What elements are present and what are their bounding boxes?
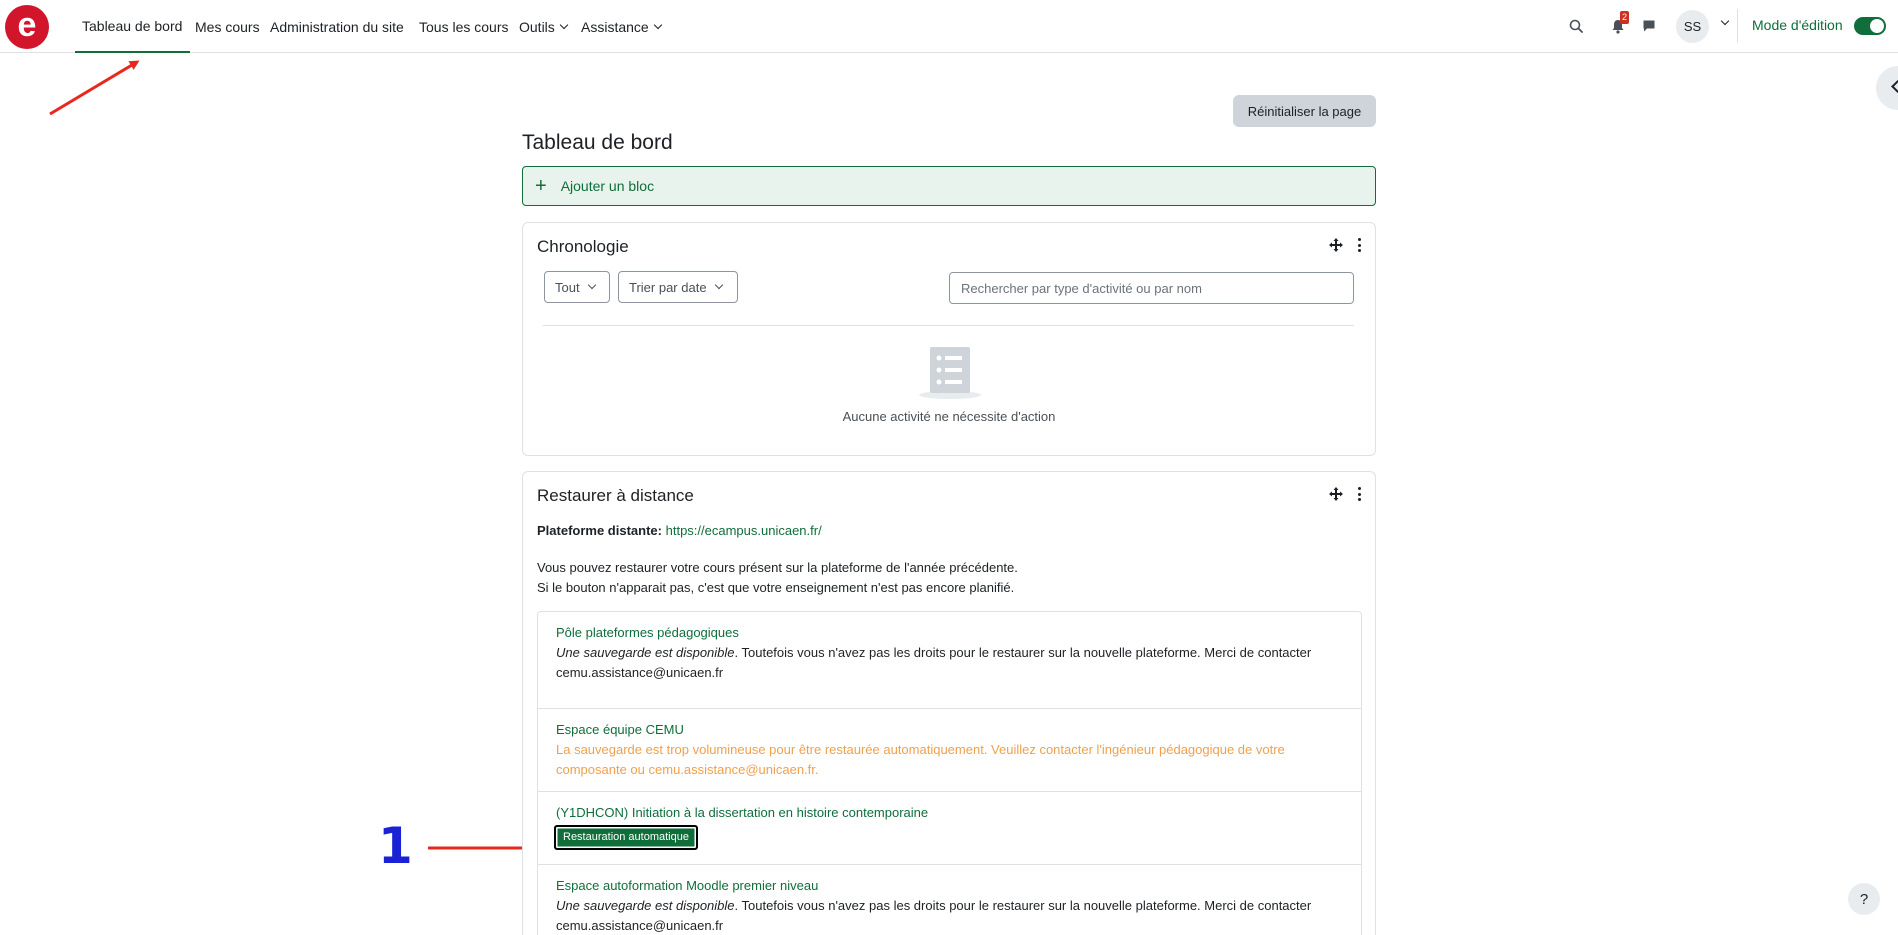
reset-page-button[interactable]: Réinitialiser la page [1233,95,1376,127]
block-menu-icon[interactable] [1357,487,1361,501]
remote-platform-label: Plateforme distante: [537,523,662,538]
intro-line-2: Si le bouton n'apparait pas, c'est que v… [537,580,1015,595]
list-item: (Y1DHCON) Initiation à la dissertation e… [538,792,1361,865]
move-icon[interactable] [1329,238,1343,252]
remote-restore-title: Restaurer à distance [537,486,694,505]
list-item: Espace équipe CEMU La sauvegarde est tro… [538,709,1361,792]
empty-list-icon [919,347,981,399]
course-status: Une sauvegarde est disponible. Toutefois… [556,896,1343,935]
timeline-empty-message: Aucune activité ne nécessite d'action [842,409,1056,424]
page-title: Tableau de bord [522,131,673,154]
course-name[interactable]: Pôle plateformes pédagogiques [556,623,1343,643]
timeline-search-placeholder: Rechercher par type d'activité ou par no… [961,280,1202,296]
block-actions [1329,238,1361,252]
add-block-label: Ajouter un bloc [560,178,655,194]
block-menu-icon[interactable] [1357,238,1361,252]
timeline-title: Chronologie [537,237,629,256]
timeline-sort-value: Trier par date [629,279,707,295]
timeline-filter-select[interactable]: Tout [544,271,610,303]
course-status: Une sauvegarde est disponible. Toutefois… [556,643,1343,683]
annotation-step-number: 1 [378,817,413,875]
remote-restore-intro: Vous pouvez restaurer votre cours présen… [537,558,1357,598]
block-actions [1329,487,1361,501]
remote-platform-line: Plateforme distante: https://ecampus.uni… [537,523,822,538]
timeline-search-input[interactable]: Rechercher par type d'activité ou par no… [949,272,1354,304]
plus-icon: + [535,175,547,197]
help-button[interactable]: ? [1848,883,1880,915]
timeline-sort-select[interactable]: Trier par date [618,271,738,303]
chevron-down-icon [714,280,723,290]
intro-line-1: Vous pouvez restaurer votre cours présen… [537,560,1018,575]
annotation-arrow-dashboard [49,60,140,116]
list-item: Espace autoformation Moodle premier nive… [538,865,1361,935]
course-name[interactable]: Espace équipe CEMU [556,720,1343,740]
remote-restore-block: Restaurer à distance Plateforme distante… [522,471,1376,935]
auto-restore-button[interactable]: Restauration automatique [554,825,698,850]
timeline-divider [543,325,1354,326]
chevron-down-icon [587,280,596,290]
course-warning: La sauvegarde est trop volumineuse pour … [556,742,1285,777]
course-name[interactable]: (Y1DHCON) Initiation à la dissertation e… [556,803,1343,823]
course-status-emphasis: Une sauvegarde est disponible [556,898,735,913]
course-name[interactable]: Espace autoformation Moodle premier nive… [556,876,1343,896]
add-block-button[interactable]: + Ajouter un bloc [522,166,1376,206]
move-icon[interactable] [1329,487,1343,501]
remote-platform-link[interactable]: https://ecampus.unicaen.fr/ [666,523,822,538]
reset-page-label: Réinitialiser la page [1247,103,1362,119]
timeline-filter-value: Tout [555,279,580,295]
course-restore-list: Pôle plateformes pédagogiques Une sauveg… [537,611,1362,935]
timeline-block: Chronologie Tout Trier par date Recherch… [522,222,1376,456]
list-item: Pôle plateformes pédagogiques Une sauveg… [538,612,1361,709]
course-status-emphasis: Une sauvegarde est disponible [556,645,735,660]
